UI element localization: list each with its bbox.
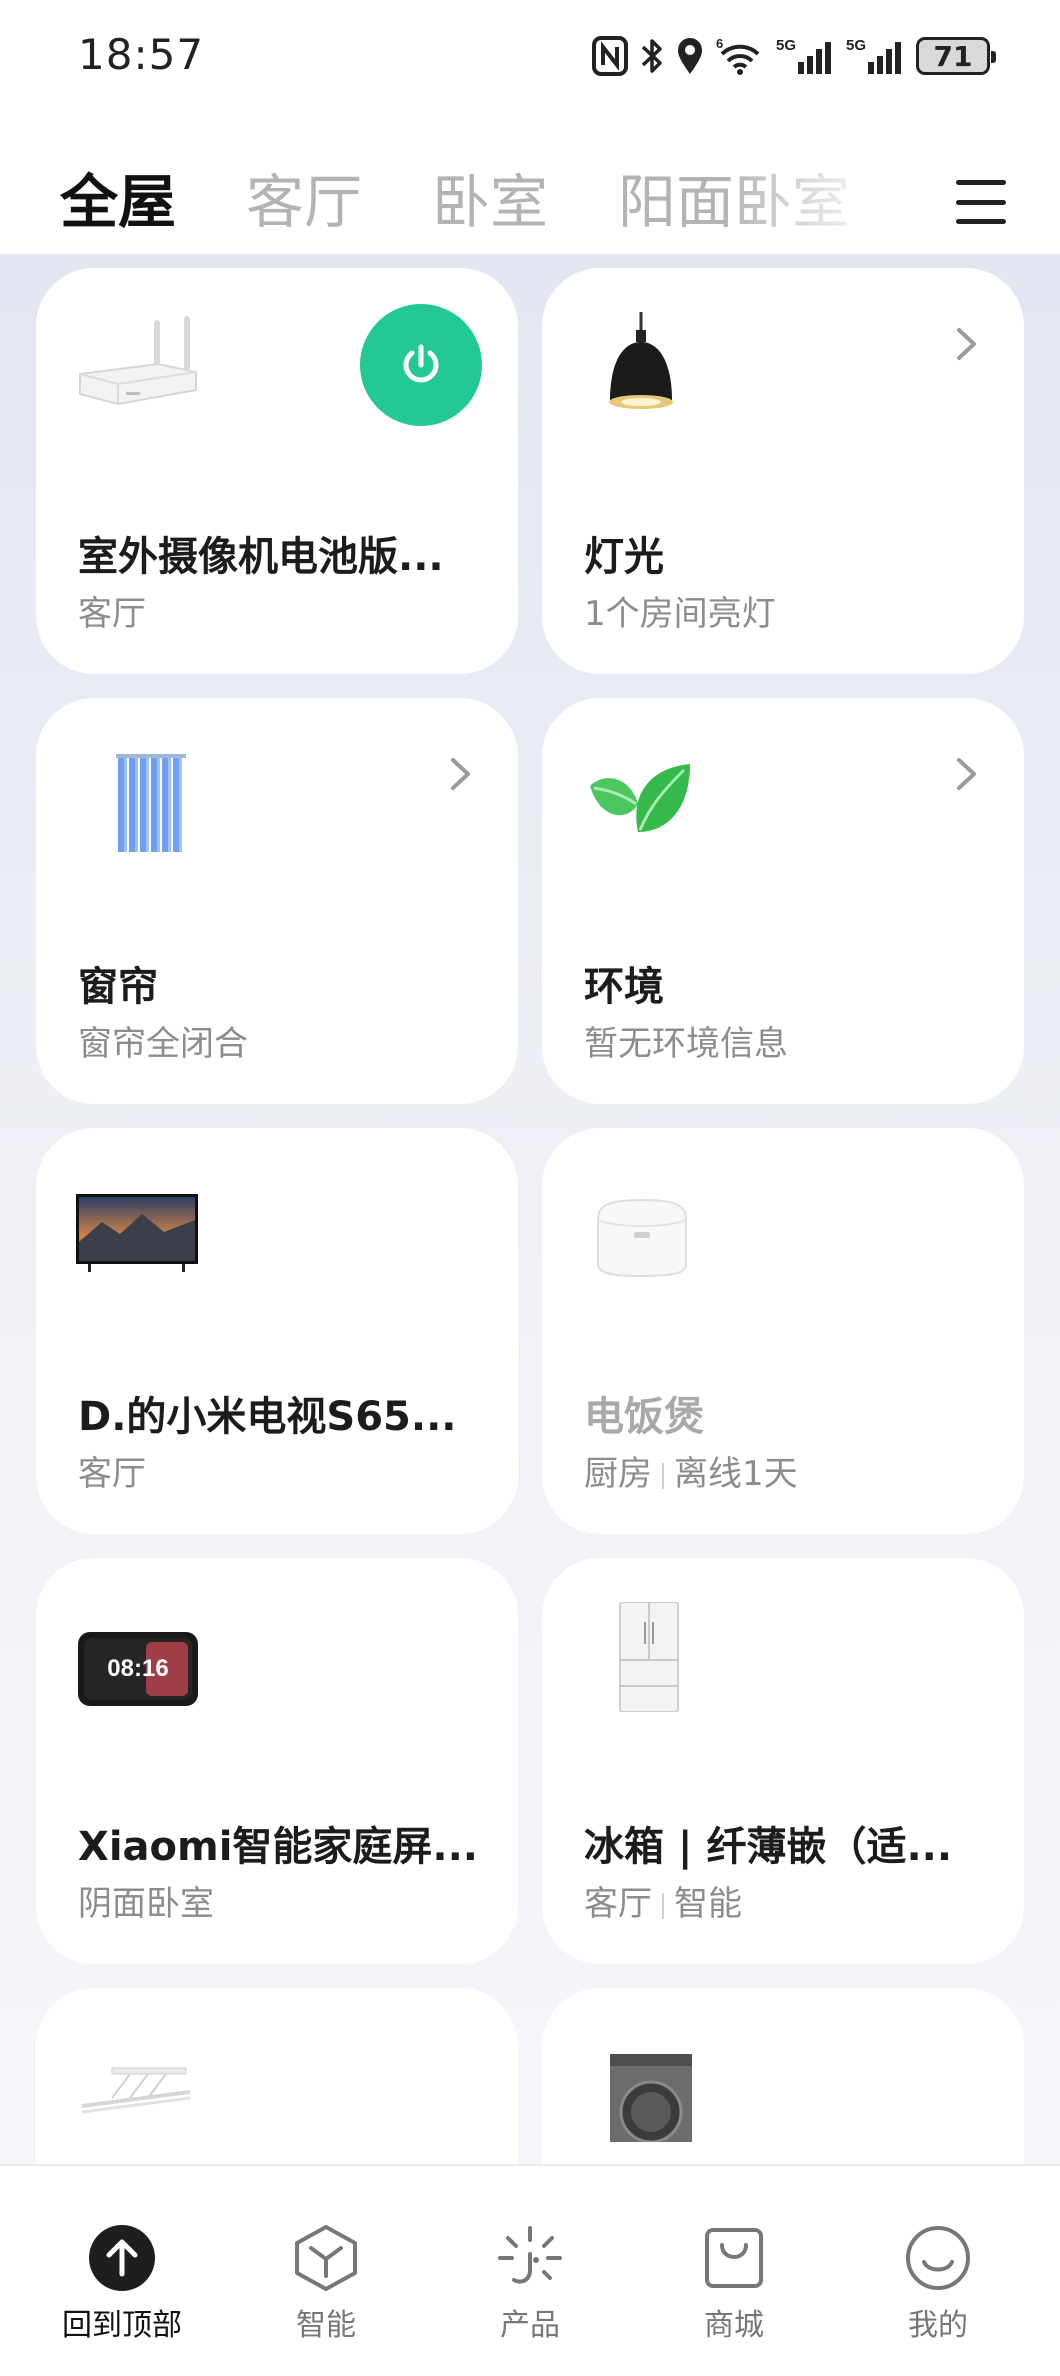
device-status: 窗帘全闭合 [78, 1024, 248, 1064]
location-icon [678, 38, 702, 74]
separator [662, 1462, 664, 1489]
router-device-icon [79, 316, 197, 406]
device-status: 厨房 离线1天 [584, 1446, 984, 1495]
tab-sunny-bedroom[interactable]: 阳面卧室 [618, 162, 850, 242]
nav-profile[interactable]: 我的 [848, 2166, 1028, 2376]
tv-icon [76, 1194, 198, 1272]
device-title: 环境 [584, 964, 664, 1010]
chevron-right-icon[interactable] [448, 754, 474, 794]
arrow-up-icon [88, 2224, 156, 2292]
sparkle-icon [496, 2224, 564, 2292]
power-icon [403, 344, 439, 383]
device-status: 客厅 智能 [584, 1876, 984, 1925]
battery-indicator: 71 [916, 37, 996, 75]
leaf-icon [590, 764, 690, 832]
nav-label: 回到顶部 [62, 2308, 182, 2343]
display-clock: 08:16 [107, 1655, 168, 1682]
status-bar: 18:57 6 5G 5G 71 [0, 0, 1060, 118]
svg-text:5G: 5G [776, 37, 796, 54]
status-icons: 6 5G 5G 71 [592, 34, 996, 78]
device-card-drying-rack[interactable] [36, 1988, 518, 2168]
refrigerator-icon [619, 1602, 679, 1712]
device-card-rice-cooker[interactable]: 电饭煲 厨房 离线1天 [542, 1128, 1024, 1534]
shopping-bag-icon [700, 2224, 768, 2292]
wifi-icon: 6 [716, 36, 760, 75]
device-title: 灯光 [584, 534, 664, 580]
svg-text:5G: 5G [846, 37, 866, 54]
device-card-lights[interactable]: 灯光 1个房间亮灯 [542, 268, 1024, 674]
rice-cooker-icon [597, 1198, 687, 1278]
svg-text:6: 6 [716, 36, 723, 51]
device-status: 1个房间亮灯 [584, 594, 776, 634]
device-room: 客厅 [78, 594, 146, 634]
smile-icon [904, 2224, 972, 2292]
device-card-outdoor-camera[interactable]: 室外摄像机电池版... 客厅 [36, 268, 518, 674]
nav-smart[interactable]: 智能 [236, 2166, 416, 2376]
device-room: 客厅 [78, 1454, 146, 1494]
device-title: 窗帘 [78, 964, 158, 1010]
device-mode: 智能 [674, 1884, 742, 1924]
device-card-tv[interactable]: D.的小米电视S65... 客厅 [36, 1128, 518, 1534]
nav-label: 智能 [296, 2308, 356, 2343]
signal-5g-icon: 5G [776, 37, 831, 74]
nfc-icon [592, 36, 628, 76]
device-room: 客厅 [584, 1884, 652, 1924]
pendant-lamp-icon [609, 312, 673, 409]
power-button[interactable] [360, 304, 482, 426]
bottom-nav: 回到顶部 智能 产品 商城 我的 [0, 2164, 1060, 2376]
chevron-right-icon[interactable] [954, 324, 980, 364]
device-room: 阴面卧室 [78, 1884, 214, 1924]
curtain-icon [116, 754, 186, 852]
room-tabs: 全屋 客厅 卧室 阳面卧室 [60, 162, 890, 242]
chevron-right-icon[interactable] [954, 754, 980, 794]
device-card-washing-machine[interactable] [542, 1988, 1024, 2168]
room-tab-bar: 全屋 客厅 卧室 阳面卧室 [0, 118, 1060, 254]
tab-bedroom[interactable]: 卧室 [432, 162, 548, 242]
smart-display-icon: 08:16 [78, 1632, 198, 1706]
device-title: 电饭煲 [584, 1394, 704, 1440]
device-grid: 室外摄像机电池版... 客厅 灯光 1个房间亮灯 窗帘 窗帘全闭合 环境 暂无环… [36, 268, 1024, 2168]
device-card-curtains[interactable]: 窗帘 窗帘全闭合 [36, 698, 518, 1104]
status-time: 18:57 [78, 30, 205, 79]
separator [662, 1892, 664, 1919]
nav-label: 商城 [704, 2308, 764, 2343]
nav-shop[interactable]: 商城 [644, 2166, 824, 2376]
bluetooth-icon [641, 39, 662, 73]
battery-level: 71 [933, 39, 973, 73]
tab-whole-house[interactable]: 全屋 [60, 162, 176, 242]
offline-status: 离线1天 [674, 1454, 798, 1494]
device-status: 暂无环境信息 [584, 1024, 788, 1064]
device-card-smart-display[interactable]: 08:16 Xiaomi智能家庭屏... 阴面卧室 [36, 1558, 518, 1964]
signal-5g-icon: 5G [846, 37, 901, 74]
tab-living-room[interactable]: 客厅 [246, 162, 362, 242]
device-title: D.的小米电视S65... [78, 1394, 457, 1440]
hamburger-menu-icon[interactable] [956, 180, 1006, 224]
device-title: 冰箱 | 纤薄嵌（适... [584, 1824, 953, 1870]
nav-back-to-top[interactable]: 回到顶部 [32, 2166, 212, 2376]
device-card-environment[interactable]: 环境 暂无环境信息 [542, 698, 1024, 1104]
nav-label: 产品 [500, 2308, 560, 2343]
device-title: 室外摄像机电池版... [78, 534, 444, 580]
washing-machine-icon [610, 2054, 692, 2142]
device-room: 厨房 [584, 1454, 652, 1494]
cube-icon [292, 2224, 360, 2292]
device-card-refrigerator[interactable]: 冰箱 | 纤薄嵌（适... 客厅 智能 [542, 1558, 1024, 1964]
nav-products[interactable]: 产品 [440, 2166, 620, 2376]
nav-label: 我的 [908, 2308, 968, 2343]
drying-rack-icon [81, 2067, 191, 2114]
device-title: Xiaomi智能家庭屏... [78, 1824, 478, 1870]
